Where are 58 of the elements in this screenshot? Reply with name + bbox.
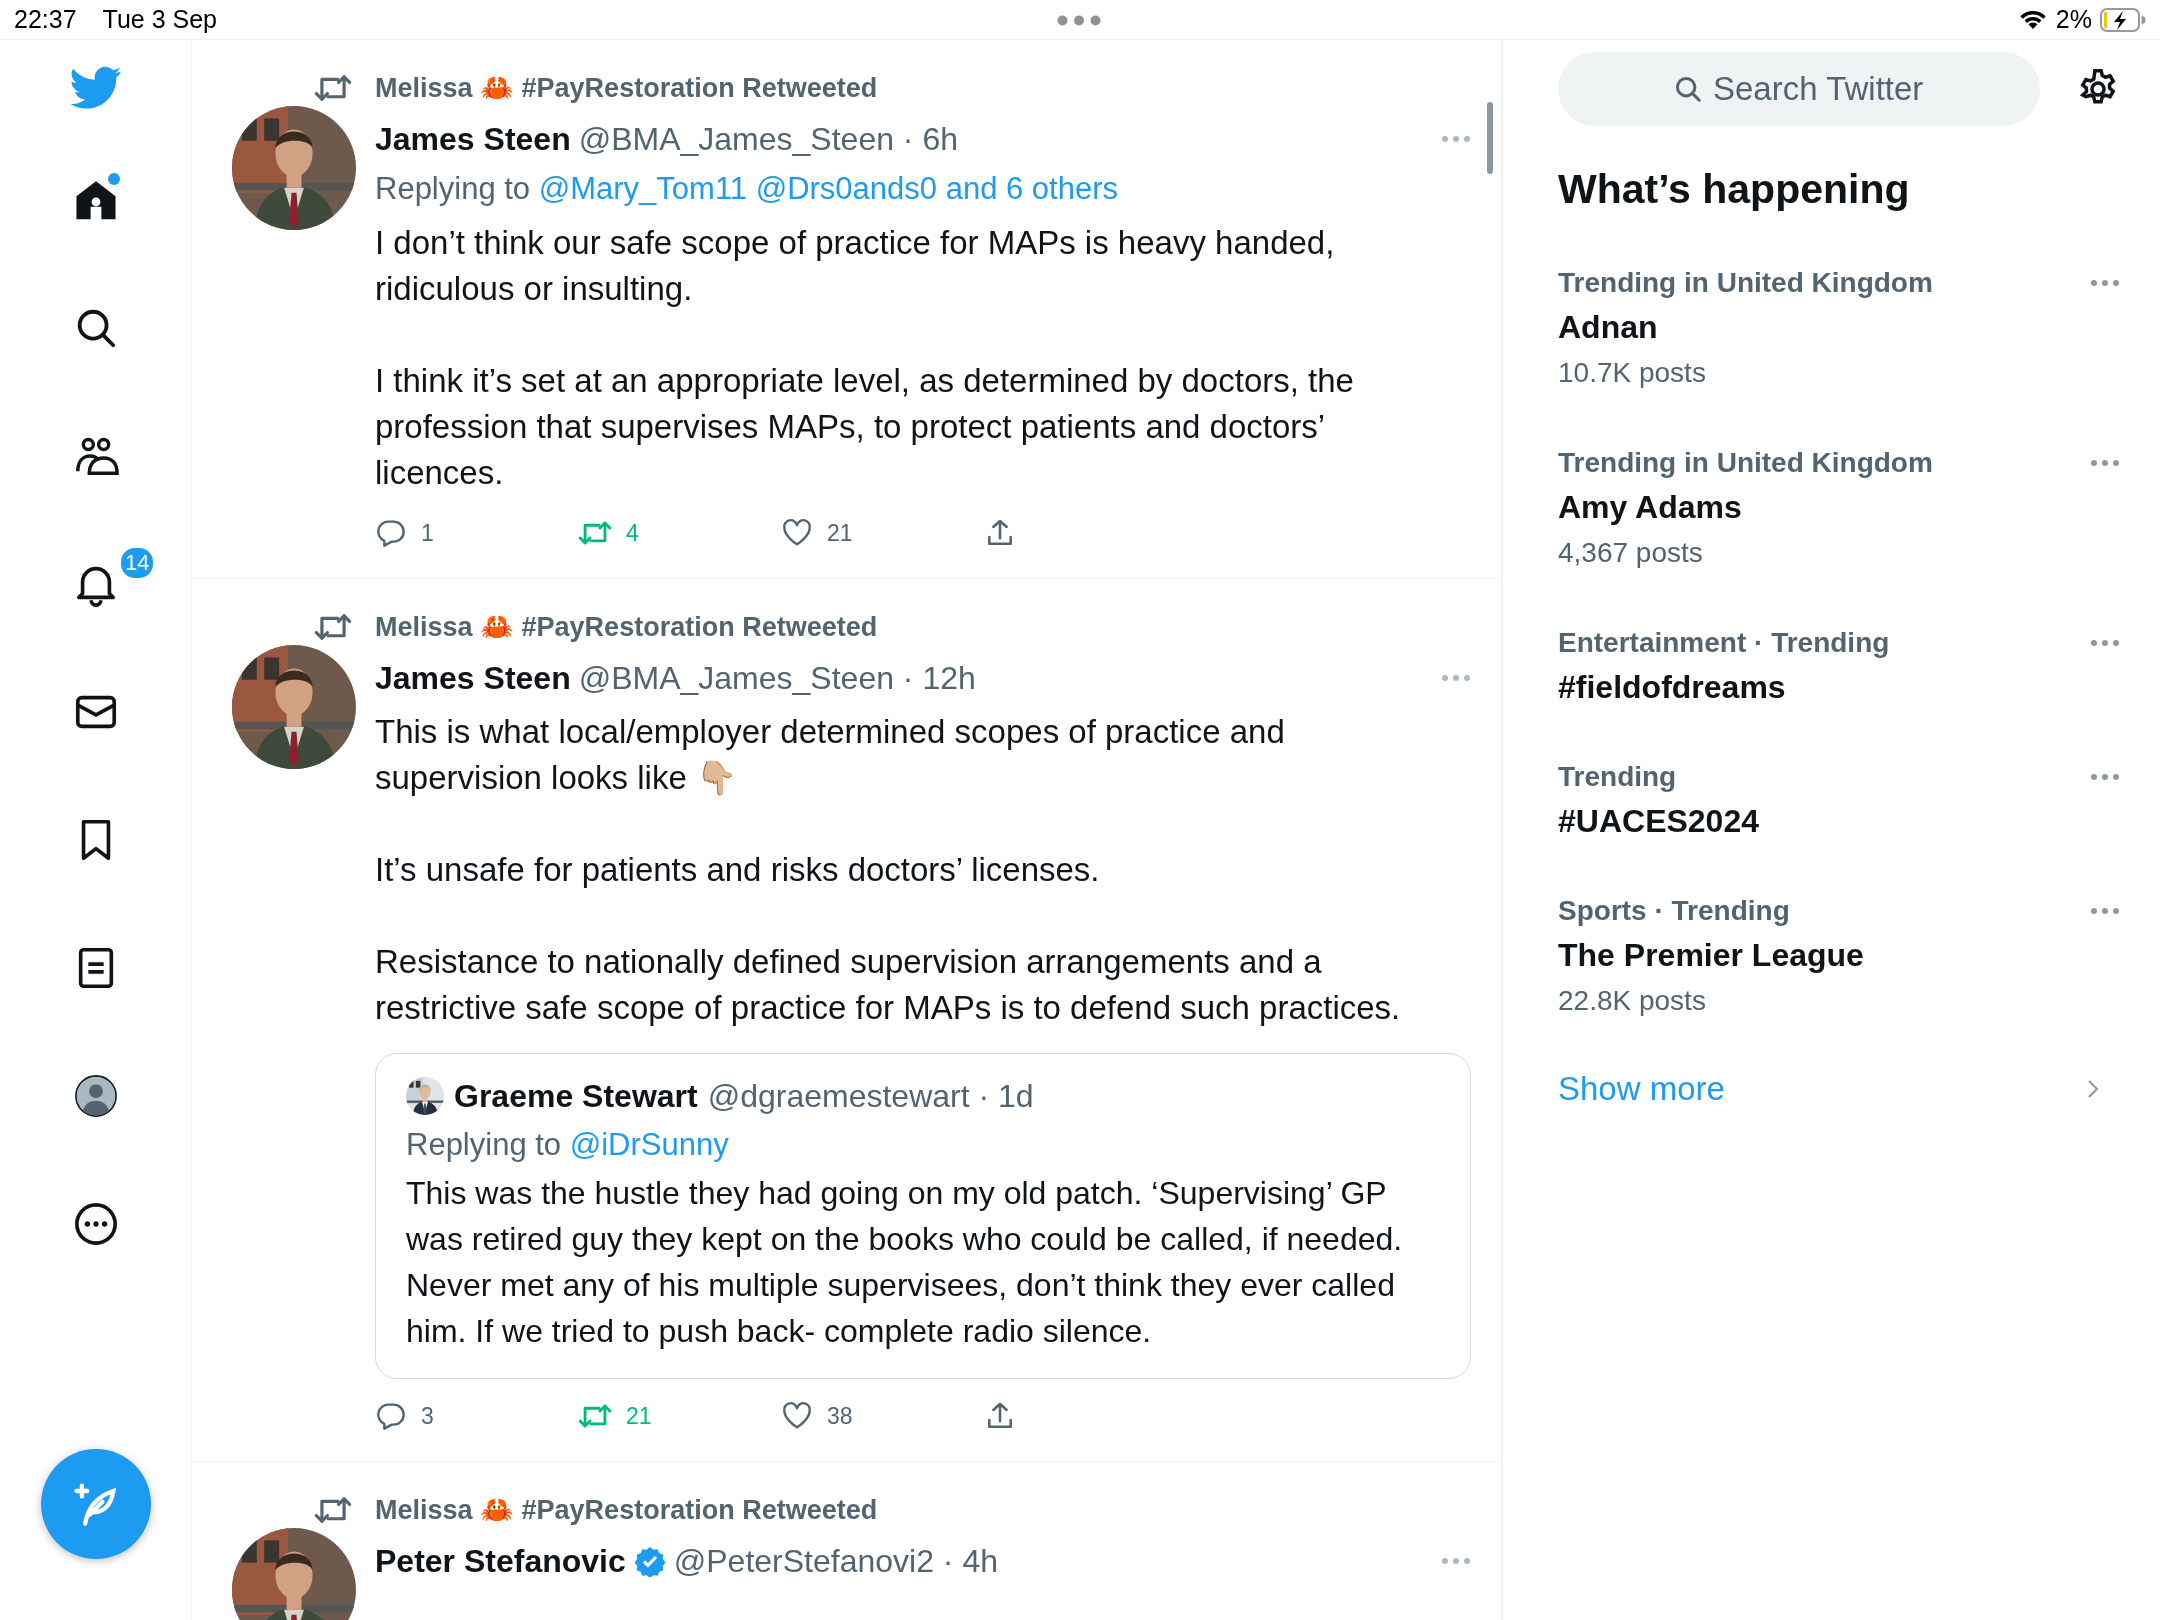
trend-name[interactable]: #fieldofdreams	[1558, 664, 2090, 710]
trend-context: Sports · Trending	[1558, 894, 1791, 928]
section-title: What’s happening	[1558, 165, 1911, 214]
post-count: 4,367 posts	[1558, 536, 1704, 570]
tweet-text: Resistance to nationally defined supervision arrangements and a restrictive safe scope of practice for MAPs is to defend such practices.	[375, 942, 1402, 1028]
author-name: Graeme Stewart	[454, 1077, 698, 1115]
speech-bubble-icon	[375, 517, 407, 549]
handle-and-time: @BMA_James_Steen · 6h	[578, 120, 958, 158]
more-icon[interactable]	[2090, 907, 2120, 915]
author-name: James Steen	[375, 659, 571, 697]
like-button[interactable]: 21	[781, 517, 984, 549]
more-icon[interactable]	[2090, 773, 2120, 781]
retweeted-by-label: Melissa 🦀 #PayRestoration Retweeted	[375, 611, 879, 644]
replying-to-text: Replying to @iDrSunny	[406, 1126, 730, 1164]
tweet-text: I don’t think our safe scope of practice for MAPs is heavy handed, ridiculous or insulting.	[375, 223, 1336, 309]
trend-name[interactable]: The Premier League	[1558, 932, 2090, 978]
trend-name[interactable]: Adnan	[1558, 304, 2090, 350]
trend-context: Trending in United Kingdom	[1558, 446, 1934, 480]
battery-percentage: 2%	[2055, 5, 2092, 34]
tweet-text: This is what local/employer determined scopes of practice and supervision looks like 👇🏼	[375, 712, 1286, 798]
post-count: 10.7K posts	[1558, 356, 1707, 390]
author-name: James Steen	[375, 120, 571, 158]
battery-charging-icon	[2100, 7, 2146, 32]
trend-context: Entertainment · Trending	[1558, 626, 1891, 660]
clock-time: 22:37	[14, 5, 77, 34]
retweeted-by-label: Melissa 🦀 #PayRestoration Retweeted	[375, 72, 879, 105]
user-icon[interactable]	[72, 1073, 119, 1119]
scrollbar[interactable]	[1487, 102, 1493, 174]
speech-bubble-icon	[375, 1400, 407, 1432]
more-icon[interactable]	[2090, 279, 2120, 287]
handle-and-time: @PeterStefanovi2 · 4h	[673, 1542, 998, 1580]
tweet-text: It’s unsafe for patients and risks doctors’ licenses.	[375, 850, 1101, 890]
reply-button[interactable]: 3	[375, 1400, 578, 1432]
quoted-tweet-text: This was the hustle they had going on my old patch. ‘Supervising’ GP was retired guy they kept on the books who could be called, if needed. Never met any of his multiple supervisees, don’t think they ever called him. If we tried to push back- complete radio silence.	[406, 1174, 1404, 1351]
reply-button[interactable]: 1	[375, 517, 578, 549]
notification-badge: 14	[119, 546, 156, 580]
quoted-tweet-card[interactable]	[375, 1053, 1471, 1379]
more-icon[interactable]	[2090, 459, 2120, 467]
trend-context: Trending in United Kingdom	[1558, 266, 1934, 300]
bird-icon[interactable]	[69, 66, 122, 110]
handle-and-time: @dgraemestewart · 1d	[707, 1077, 1034, 1115]
tweet-text: I think it’s set at an appropriate level, as determined by doctors, the profession that supervises MAPs, to protect patients and doctors’ licences.	[375, 361, 1355, 493]
retweeted-by-label: Melissa 🦀 #PayRestoration Retweeted	[375, 1494, 879, 1527]
search-field[interactable]: Search Twitter	[1558, 52, 2040, 126]
date: Tue 3 Sep	[102, 5, 217, 34]
ellipsis-circle-icon[interactable]	[72, 1201, 119, 1247]
compose-button[interactable]	[41, 1449, 151, 1559]
multitasking-dots-icon[interactable]	[1057, 15, 1101, 26]
handle-and-time: @BMA_James_Steen · 12h	[578, 659, 976, 697]
like-button[interactable]: 38	[781, 1400, 984, 1432]
post-count: 22.8K posts	[1558, 984, 1707, 1018]
trend-name[interactable]: Amy Adams	[1558, 484, 2090, 530]
author-name: Peter Stefanovic	[375, 1542, 626, 1580]
trend-name[interactable]: #UACES2024	[1558, 798, 2090, 844]
replying-to-text: Replying to @Mary_Tom11 @Drs0ands0 and 6 others	[375, 170, 1120, 208]
trend-context: Trending	[1558, 760, 1678, 794]
more-icon[interactable]	[2090, 639, 2120, 647]
search-icon	[1673, 74, 1703, 104]
